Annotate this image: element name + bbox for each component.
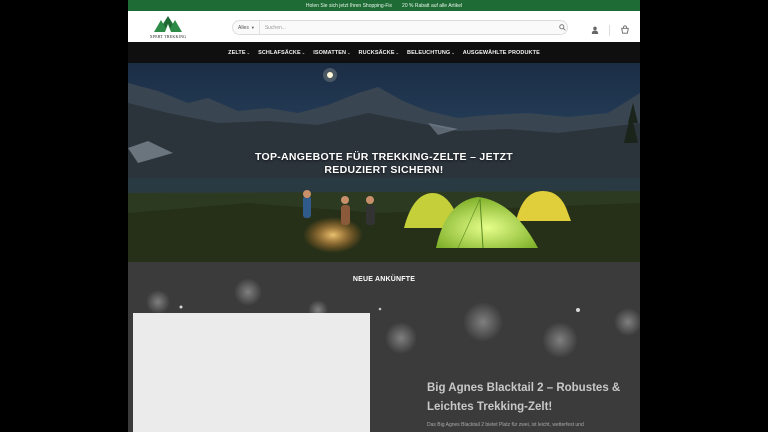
search-category-select[interactable]: Alles ▼ xyxy=(233,21,260,34)
promo-text-left[interactable]: Holen Sie sich jetzt Ihren Shopping-Fix xyxy=(306,3,392,9)
nav-item-label: AUSGEWÄHLTE PRODUKTE xyxy=(462,49,540,56)
tree-logo-icon xyxy=(154,16,182,32)
nav-item-beleuchtung[interactable]: BELEUCHTUNG ⌄ xyxy=(407,50,455,56)
product-title-line-1: Big Agnes Blacktail 2 – Robustes & xyxy=(427,382,621,394)
user-icon[interactable] xyxy=(591,21,599,39)
header-divider xyxy=(609,24,610,36)
nav-item-label: RUCKSÄCKE xyxy=(358,49,395,56)
site-logo[interactable]: XPERT TREKKING xyxy=(148,15,188,41)
cart-icon[interactable] xyxy=(620,21,630,39)
nav-item-label: ISOMATTEN xyxy=(313,49,347,56)
nav-item-isomatten[interactable]: ISOMATTEN ⌄ xyxy=(313,50,350,56)
nav-item-label: ZELTE xyxy=(228,49,246,56)
search-bar: Alles ▼ Suchen... xyxy=(232,20,568,35)
product-title-line-2: Leichtes Trekking-Zelt! xyxy=(427,401,553,413)
brand-name: XPERT TREKKING xyxy=(149,34,187,39)
nav-item-ausgewaehlte-produkte[interactable]: AUSGEWÄHLTE PRODUKTE xyxy=(463,50,540,56)
search-input[interactable]: Suchen... xyxy=(260,25,557,31)
main-nav: ZELTE ⌄ SCHLAFSÄCKE ⌄ ISOMATTEN ⌄ RUCKSÄCKE… xyxy=(128,42,640,63)
new-arrivals-section: NEUE ANKÜNFTE Big Agnes Blacktail 2 – Ro… xyxy=(128,262,640,432)
chevron-down-icon: ⌄ xyxy=(301,50,306,55)
page: Holen Sie sich jetzt Ihren Shopping-Fix … xyxy=(128,0,640,432)
chevron-down-icon: ⌄ xyxy=(451,50,455,55)
search-category-label: Alles xyxy=(238,24,249,31)
hero-banner[interactable]: TOP-ANGEBOTE FÜR TREKKING-ZELTE – JETZT … xyxy=(128,63,640,262)
hero-title: TOP-ANGEBOTE FÜR TREKKING-ZELTE – JETZT … xyxy=(128,151,640,177)
nav-item-label: SCHLAFSÄCKE xyxy=(258,49,301,56)
chevron-down-icon: ⌄ xyxy=(347,50,351,55)
nav-item-rucksaecke[interactable]: RUCKSÄCKE ⌄ xyxy=(359,50,400,56)
chevron-down-icon: ▼ xyxy=(250,25,255,30)
chevron-down-icon: ⌄ xyxy=(246,50,251,55)
chevron-down-icon: ⌄ xyxy=(395,50,400,55)
nav-item-schlafsaecke[interactable]: SCHLAFSÄCKE ⌄ xyxy=(258,50,305,56)
product-description: Das Big Agnes Blacktail 2 bietet Platz f… xyxy=(427,422,584,428)
promo-text-right[interactable]: 20 % Rabatt auf alle Artikel xyxy=(402,3,462,9)
product-image[interactable] xyxy=(133,313,370,432)
header-actions xyxy=(591,21,630,39)
product-title[interactable]: Big Agnes Blacktail 2 – Robustes & Leich… xyxy=(427,379,632,417)
new-arrivals-heading: NEUE ANKÜNFTE xyxy=(352,276,416,283)
nav-item-zelte[interactable]: ZELTE ⌄ xyxy=(228,50,250,56)
promo-bar: Holen Sie sich jetzt Ihren Shopping-Fix … xyxy=(128,0,640,11)
search-icon[interactable] xyxy=(557,24,567,31)
hero-title-line-2: REDUZIERT SICHERN! xyxy=(324,164,444,176)
hero-title-line-1: TOP-ANGEBOTE FÜR TREKKING-ZELTE – JETZT xyxy=(254,151,514,163)
header: XPERT TREKKING Alles ▼ Suchen... xyxy=(128,11,640,42)
nav-item-label: BELEUCHTUNG xyxy=(407,49,451,56)
